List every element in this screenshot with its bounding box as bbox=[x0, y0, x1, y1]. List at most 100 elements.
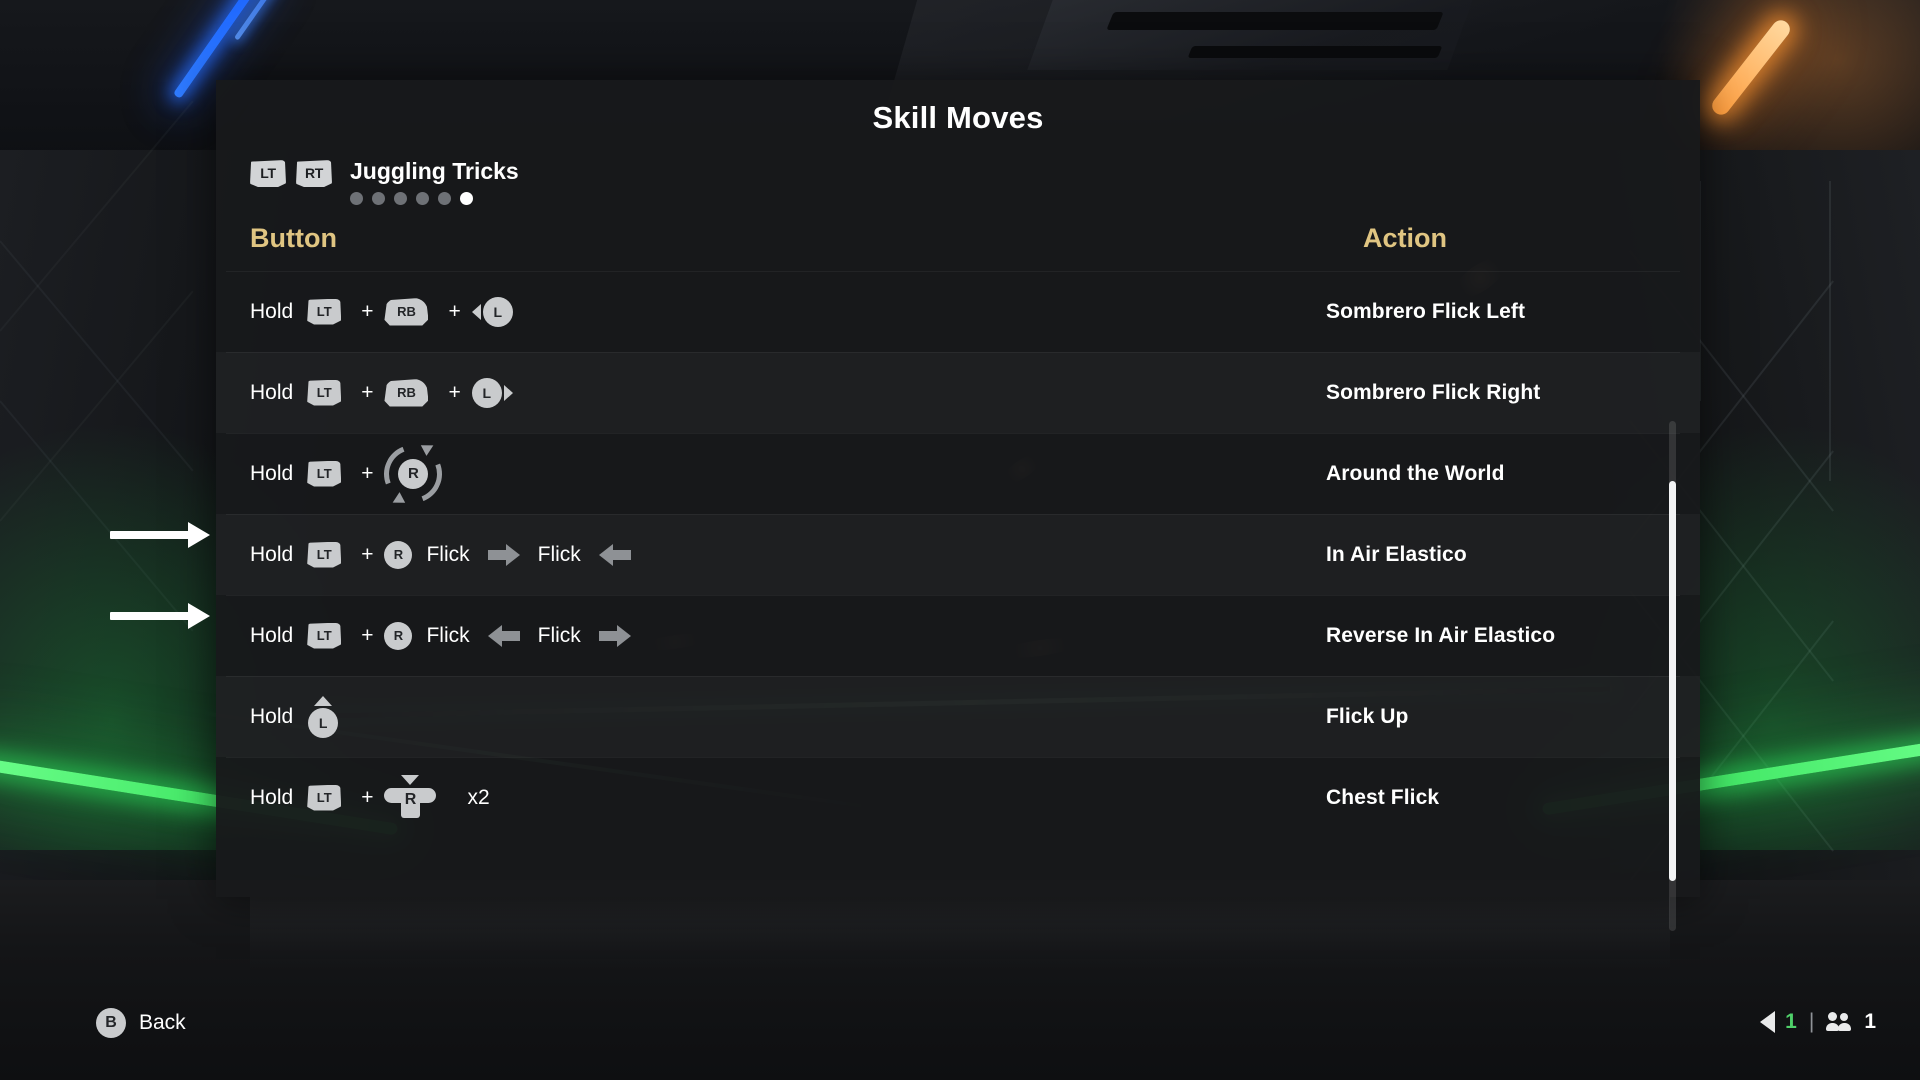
stick-label: L bbox=[308, 707, 339, 738]
hold-label: Hold bbox=[250, 461, 294, 485]
column-header-action: Action bbox=[1363, 223, 1447, 253]
hold-label: Hold bbox=[250, 380, 294, 404]
action-name: Around the World bbox=[1326, 461, 1505, 485]
page-dot-2[interactable] bbox=[372, 192, 385, 205]
table-row[interactable]: Hold LT + R Flick Flick In Air Elastico bbox=[216, 514, 1700, 595]
right-trigger-icon[interactable]: RT bbox=[296, 160, 332, 187]
page-dot-1[interactable] bbox=[350, 192, 363, 205]
flick-label: Flick bbox=[537, 542, 581, 566]
button-combo: Hold LT + R Flick Flick bbox=[250, 540, 640, 569]
scrollbar-thumb[interactable] bbox=[1669, 481, 1676, 881]
page-dot-5[interactable] bbox=[438, 192, 451, 205]
button-combo-cell: Hold LT + R Flick Flick bbox=[216, 540, 1326, 569]
button-combo: Hold L bbox=[250, 695, 339, 738]
category-name: Juggling Tricks bbox=[350, 158, 519, 184]
flick-label: Flick bbox=[426, 623, 470, 647]
button-combo-cell: Hold LT + Rx2 bbox=[216, 774, 1326, 821]
stick-direction-down-arrow bbox=[401, 774, 420, 785]
plus-separator: + bbox=[361, 785, 374, 809]
action-name: Chest Flick bbox=[1326, 785, 1440, 809]
trigger-label: LT bbox=[316, 465, 332, 481]
page-dot-6[interactable] bbox=[460, 192, 473, 205]
stick-direction-left-arrow bbox=[471, 303, 481, 320]
row-separator bbox=[226, 595, 1680, 596]
flick-label: Flick bbox=[426, 542, 470, 566]
left-stick-right-icon: L bbox=[471, 377, 513, 408]
plus-separator: + bbox=[361, 299, 374, 323]
column-headers: Button Action bbox=[216, 223, 1700, 263]
category-selector[interactable]: LT RT Juggling Tricks bbox=[250, 160, 1700, 205]
trigger-label: LT bbox=[316, 627, 332, 643]
right-bumper-icon: RB bbox=[384, 297, 429, 326]
left-trigger-icon: LT bbox=[307, 298, 342, 325]
arrow-left-icon bbox=[487, 624, 520, 647]
row-separator bbox=[226, 433, 1680, 434]
hold-label: Hold bbox=[250, 623, 294, 647]
left-trigger-icon[interactable]: LT bbox=[250, 160, 286, 187]
connection-status: 1 | 1 bbox=[1760, 1010, 1876, 1034]
button-combo: Hold LT + R Flick Flick bbox=[250, 621, 640, 650]
left-stick-up-icon: L bbox=[307, 695, 339, 738]
scrollbar-track[interactable] bbox=[1669, 421, 1676, 931]
ceiling-slot-1 bbox=[1106, 12, 1444, 30]
action-name: Sombrero Flick Right bbox=[1326, 380, 1541, 404]
button-combo-cell: Hold LT + RB + L bbox=[216, 377, 1326, 408]
column-header-button: Button bbox=[250, 223, 337, 253]
trigger-label: LT bbox=[316, 384, 332, 400]
arrow-left-icon bbox=[598, 543, 631, 566]
left-trigger-label: LT bbox=[260, 165, 276, 181]
table-row[interactable]: Hold LT + RB + L Sombrero Flick Left bbox=[216, 271, 1700, 352]
row-separator bbox=[226, 352, 1680, 353]
ceiling-panel-b bbox=[1027, 0, 1473, 70]
action-name: Flick Up bbox=[1326, 704, 1409, 728]
trigger-label: LT bbox=[316, 303, 332, 319]
repeat-multiplier: x2 bbox=[467, 785, 490, 809]
button-combo-cell: Hold LT + R Flick Flick bbox=[216, 621, 1326, 650]
status-divider: | bbox=[1808, 1010, 1815, 1033]
bumper-label: RB bbox=[397, 304, 416, 319]
page-indicator-dots[interactable] bbox=[350, 192, 519, 205]
left-trigger-icon: LT bbox=[307, 460, 342, 487]
stick-direction-right-arrow bbox=[503, 384, 513, 401]
right-trigger-label: RT bbox=[304, 165, 324, 181]
back-button-label: Back bbox=[139, 1011, 186, 1034]
back-button[interactable]: B Back bbox=[96, 1008, 186, 1038]
table-row[interactable]: Hold LT + Rx2 Chest Flick bbox=[216, 757, 1700, 838]
table-row[interactable]: Hold LT + R Flick Flick Reverse In Air Elastic… bbox=[216, 595, 1700, 676]
row-separator bbox=[226, 676, 1680, 677]
right-stick-icon: R bbox=[384, 540, 413, 569]
action-name: Reverse In Air Elastico bbox=[1326, 623, 1556, 647]
plus-separator: + bbox=[361, 542, 374, 566]
page-dot-3[interactable] bbox=[394, 192, 407, 205]
hold-label: Hold bbox=[250, 299, 294, 323]
hold-label: Hold bbox=[250, 704, 294, 728]
plus-separator: + bbox=[361, 380, 374, 404]
button-combo-cell: Hold L bbox=[216, 695, 1326, 738]
right-stick-icon: R bbox=[384, 621, 413, 650]
button-combo-cell: Hold LT + RB + L bbox=[216, 296, 1326, 327]
b-button-icon: B bbox=[96, 1008, 126, 1038]
plus-separator: + bbox=[361, 623, 374, 647]
stick-direction-up-arrow bbox=[314, 695, 333, 706]
page-title: Skill Moves bbox=[872, 100, 1044, 135]
table-row[interactable]: Hold L Flick Up bbox=[216, 676, 1700, 757]
action-name: Sombrero Flick Left bbox=[1326, 299, 1526, 323]
stick-label: R bbox=[404, 790, 417, 808]
stick-label: L bbox=[471, 377, 502, 408]
arrow-right-icon bbox=[598, 624, 631, 647]
ping-value: 1 bbox=[1785, 1010, 1797, 1033]
plus-separator: + bbox=[448, 380, 461, 404]
bumper-label: RB bbox=[397, 385, 416, 400]
left-trigger-icon: LT bbox=[307, 379, 342, 406]
right-stick-down-press-icon: R bbox=[384, 774, 437, 821]
stick-label: R bbox=[398, 458, 429, 489]
table-row[interactable]: Hold LT + RB + L Sombrero Flick Right bbox=[216, 352, 1700, 433]
players-value: 1 bbox=[1864, 1010, 1876, 1033]
table-row[interactable]: Hold LT + R Around the World bbox=[216, 433, 1700, 514]
trigger-label: LT bbox=[316, 789, 332, 805]
page-dot-4[interactable] bbox=[416, 192, 429, 205]
stick-label: L bbox=[482, 296, 513, 327]
ceiling-slot-2 bbox=[1187, 46, 1443, 58]
button-combo: Hold LT + RB + L bbox=[250, 296, 513, 327]
skill-moves-table: Hold LT + RB + L Sombrero Flick Left Hold LT + RB +… bbox=[216, 271, 1700, 931]
